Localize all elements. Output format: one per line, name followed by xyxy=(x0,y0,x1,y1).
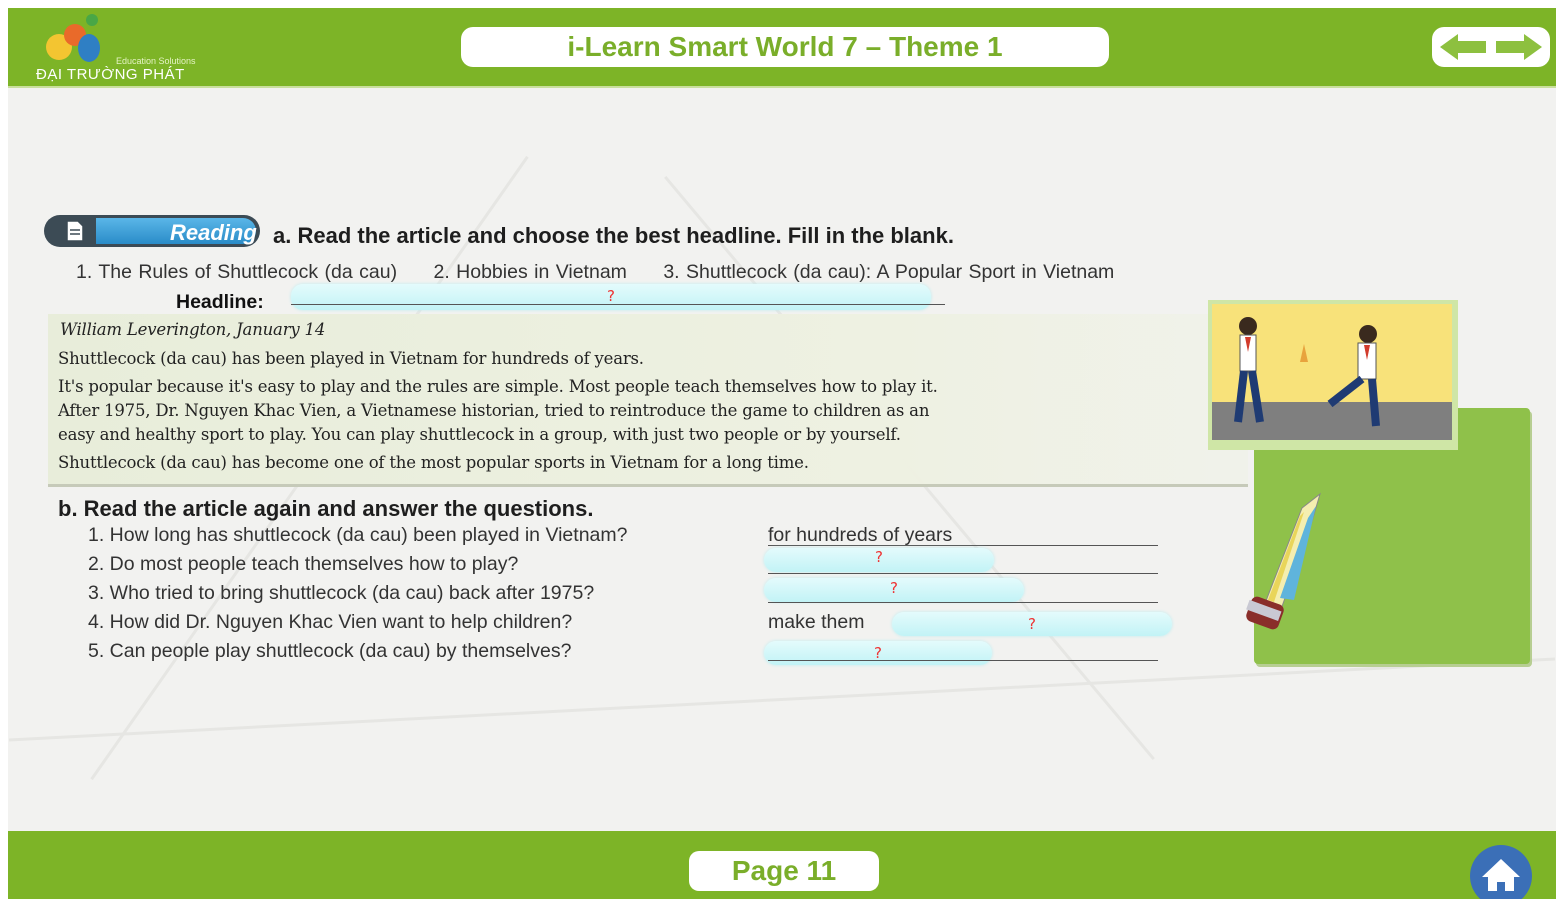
article-byline: William Leverington, January 14 xyxy=(60,320,326,339)
answer-1-underline xyxy=(768,545,1158,546)
logo-name: ĐẠI TRƯỜNG PHÁT xyxy=(36,66,185,83)
logo-tagline: Education Solutions xyxy=(116,56,196,66)
answer-1: for hundreds of years xyxy=(768,524,953,546)
answer-5-input[interactable]: ? xyxy=(764,641,992,665)
blank-marker: ? xyxy=(890,579,898,597)
question-1: 1. How long has shuttlecock (da cau) bee… xyxy=(88,524,628,546)
question-5: 5. Can people play shuttlecock (da cau) … xyxy=(88,640,572,662)
answer-5-underline xyxy=(768,660,1158,661)
app-window: Education Solutions ĐẠI TRƯỜNG PHÁT i-Le… xyxy=(8,8,1556,899)
answer-3-input[interactable]: ? xyxy=(764,578,1024,602)
answer-4-input[interactable]: ? xyxy=(892,612,1172,636)
blank-marker: ? xyxy=(1028,615,1036,633)
article-line-1: Shuttlecock (da cau) has been played in … xyxy=(58,349,644,368)
headline-option-1: 1. The Rules of Shuttlecock (da cau) xyxy=(76,261,398,283)
answer-3-underline xyxy=(768,602,1158,603)
headline-underline xyxy=(291,304,945,305)
answer-2-underline xyxy=(768,573,1158,574)
page-title: i-Learn Smart World 7 – Theme 1 xyxy=(461,27,1109,67)
document-icon xyxy=(66,220,84,242)
home-button[interactable] xyxy=(1470,845,1532,899)
task-a-instruction: a. Read the article and choose the best … xyxy=(273,223,954,248)
shuttlecock-icon xyxy=(1246,492,1321,630)
header-bar: Education Solutions ĐẠI TRƯỜNG PHÁT i-Le… xyxy=(8,8,1556,88)
answer-4-prefix: make them xyxy=(768,611,865,633)
blank-marker: ? xyxy=(875,548,883,566)
reading-badge: Reading xyxy=(44,215,260,247)
forward-arrow-icon[interactable] xyxy=(1494,32,1544,62)
article-line-2: It's popular because it's easy to play a… xyxy=(58,377,938,396)
blank-marker: ? xyxy=(607,287,615,305)
back-arrow-icon[interactable] xyxy=(1438,32,1488,62)
headline-option-3: 3. Shuttlecock (da cau): A Popular Sport… xyxy=(663,261,1115,283)
footer-bar: Page 11 xyxy=(8,831,1556,899)
article-line-5: Shuttlecock (da cau) has become one of t… xyxy=(58,453,809,472)
article-line-4: easy and healthy sport to play. You can … xyxy=(58,425,901,444)
task-b-instruction: b. Read the article again and answer the… xyxy=(58,496,594,521)
article-line-3: After 1975, Dr. Nguyen Khac Vien, a Viet… xyxy=(58,401,930,420)
question-3: 3. Who tried to bring shuttlecock (da ca… xyxy=(88,582,595,604)
nav-arrows xyxy=(1432,27,1550,67)
headline-blank-input[interactable]: ? xyxy=(291,284,931,310)
background-line xyxy=(8,657,1556,742)
headline-option-2: 2. Hobbies in Vietnam xyxy=(433,261,627,283)
logo: Education Solutions ĐẠI TRƯỜNG PHÁT xyxy=(34,12,224,83)
shuttlecock-players-illustration xyxy=(1212,304,1452,440)
question-2: 2. Do most people teach themselves how t… xyxy=(88,553,519,575)
question-4: 4. How did Dr. Nguyen Khac Vien want to … xyxy=(88,611,573,633)
answer-2-input[interactable]: ? xyxy=(764,548,994,572)
home-icon xyxy=(1482,859,1520,891)
headline-options: 1. The Rules of Shuttlecock (da cau) 2. … xyxy=(76,261,1144,284)
reading-label: Reading xyxy=(170,220,257,245)
page-number: Page 11 xyxy=(689,851,879,891)
headline-label: Headline: xyxy=(176,291,264,313)
